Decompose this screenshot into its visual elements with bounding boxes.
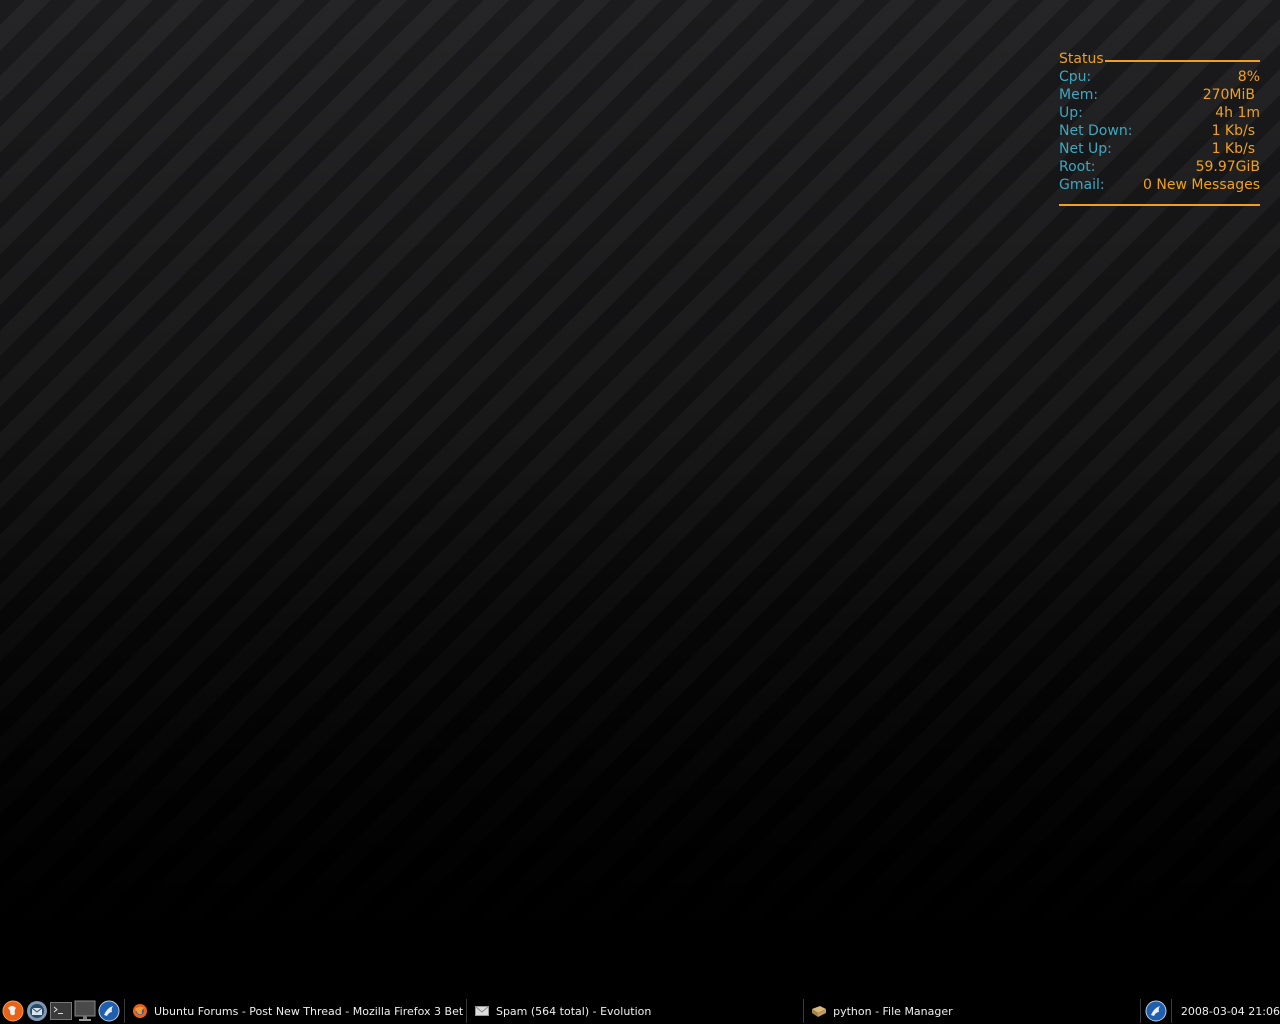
conky-row-cpu: Cpu: 8% [1059,68,1260,86]
taskbar-separator [803,999,805,1023]
taskbar-separator [124,999,125,1023]
conky-header: Status [1059,50,1260,68]
task-firefox[interactable]: Ubuntu Forums - Post New Thread - Mozill… [128,998,463,1024]
launcher-firefox[interactable] [1,1000,24,1022]
launcher-evolution[interactable] [25,1000,48,1022]
taskbar: Ubuntu Forums - Post New Thread - Mozill… [0,998,1280,1024]
conky-row-root: Root: 59.97GiB [1059,158,1260,176]
mem-label: Mem: [1059,87,1099,103]
mem-value: 270MiB [1202,87,1255,103]
header-divider [1105,60,1260,62]
envelope-icon [474,1003,490,1019]
launcher-group [0,998,121,1024]
tray-xfce-button[interactable] [1144,1000,1167,1022]
root-label: Root: [1059,159,1096,175]
task-file-manager[interactable]: python - File Manager [807,998,1137,1024]
root-value: 59.97GiB [1195,159,1260,175]
file-manager-icon [811,1003,827,1019]
conky-title: Status [1059,51,1104,67]
task-title: Ubuntu Forums - Post New Thread - Mozill… [153,1004,463,1018]
conky-row-net-up: Net Up: 1 Kb/s [1059,140,1260,158]
mail-icon [26,1001,47,1021]
task-title: Spam (564 total) - Evolution [495,1004,652,1018]
net-up-value: 1 Kb/s [1211,141,1255,157]
conky-row-gmail: Gmail: 0 New Messages [1059,176,1260,194]
cpu-label: Cpu: [1059,69,1092,85]
footer-divider [1059,204,1260,206]
clock[interactable]: 2008-03-04 21:06 [1175,1005,1280,1018]
taskbar-separator [1140,999,1142,1023]
xfce-menu-icon [98,1000,119,1022]
launcher-terminal[interactable] [49,1000,72,1022]
cpu-value: 8% [1237,69,1260,85]
uptime-value: 4h 1m [1215,105,1260,121]
conky-row-uptime: Up: 4h 1m [1059,104,1260,122]
gmail-label: Gmail: [1059,177,1105,193]
firefox-icon [132,1003,148,1019]
conky-row-mem: Mem: 270MiB [1059,86,1260,104]
taskbar-separator [465,999,467,1023]
task-evolution[interactable]: Spam (564 total) - Evolution [470,998,800,1024]
show-desktop-icon [74,1000,95,1021]
conky-row-net-down: Net Down: 1 Kb/s [1059,122,1260,140]
terminal-icon [49,1002,72,1020]
firefox-icon [2,1000,23,1022]
conky-status-panel: Status Cpu: 8% Mem: 270MiB Up: 4h 1m Net… [1059,50,1260,206]
uptime-label: Up: [1059,105,1083,121]
task-title: python - File Manager [833,1004,953,1018]
taskbar-separator [1170,999,1172,1023]
launcher-show-desktop[interactable] [73,1000,96,1022]
net-down-value: 1 Kb/s [1211,123,1255,139]
net-down-label: Net Down: [1059,123,1133,139]
net-up-label: Net Up: [1059,141,1112,157]
xfce-mouse-icon [1145,1000,1167,1022]
gmail-value: 0 New Messages [1143,177,1260,193]
launcher-applications-menu[interactable] [97,1000,120,1022]
